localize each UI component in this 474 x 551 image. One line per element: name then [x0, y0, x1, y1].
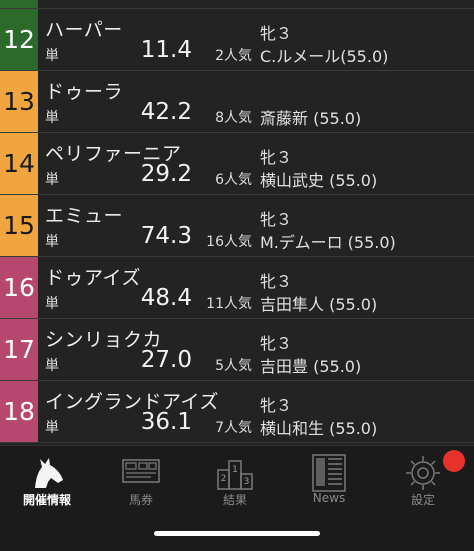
win-odds: 36.1: [140, 409, 192, 435]
win-label: 単: [45, 296, 59, 312]
tab-label: 開催情報: [22, 493, 71, 507]
horse-row[interactable]: 14 ペリファーニア単 29.2 6人気 牝３ 横山武史 (55.0): [0, 133, 474, 195]
horse-name: ハーパー: [45, 19, 123, 41]
popularity-rank: 16人気: [206, 234, 252, 250]
win-label: 単: [45, 172, 59, 188]
jockey-weight: 横山和生 (55.0): [260, 419, 378, 438]
sex-age: 牝３: [260, 24, 293, 43]
sex-age: 牝３: [260, 396, 293, 415]
jockey-weight: 吉田隼人 (55.0): [260, 295, 378, 314]
horse-name: ドゥアイズ: [45, 267, 141, 289]
popularity-rank: 2人気: [215, 48, 252, 64]
win-label: 単: [45, 48, 59, 64]
jockey-weight: 斎藤新 (55.0): [260, 109, 362, 128]
notification-badge: [443, 450, 465, 472]
win-label: 単: [45, 420, 59, 436]
jockey-weight: M.デムーロ (55.0): [260, 233, 396, 252]
win-label: 単: [45, 110, 59, 126]
horse-number-badge: 14: [0, 133, 38, 194]
jockey-weight: 吉田豊 (55.0): [260, 357, 362, 376]
horse-name: エミュー: [45, 205, 124, 227]
tab-label: 結果: [222, 493, 247, 507]
win-odds: 42.2: [140, 99, 192, 125]
sex-age: 牝３: [260, 334, 293, 353]
horse-number-badge: 18: [0, 381, 38, 442]
win-odds: 48.4: [140, 285, 192, 311]
popularity-rank: 8人気: [215, 110, 252, 126]
horse-name: ドゥーラ: [45, 81, 124, 103]
horse-row[interactable]: 16 ドゥアイズ単 48.4 11人気 牝３ 吉田隼人 (55.0): [0, 257, 474, 319]
gear-icon: [406, 456, 440, 490]
tab-label: News: [312, 491, 346, 505]
popularity-rank: 11人気: [206, 296, 252, 312]
horse-number-badge: 13: [0, 71, 38, 132]
sex-age: 牝３: [260, 148, 293, 167]
jockey-weight: C.ルメール(55.0): [260, 47, 389, 66]
tab-kaisai-info[interactable]: 開催情報: [0, 446, 94, 516]
horse-name: イングランドアイズ: [45, 391, 219, 413]
jockey-weight: 横山武史 (55.0): [260, 171, 378, 190]
win-odds: 29.2: [140, 161, 192, 187]
svg-text:2: 2: [221, 474, 227, 484]
previous-row-peek: [0, 0, 474, 9]
home-indicator[interactable]: [154, 531, 320, 536]
sex-age: 牝３: [260, 272, 293, 291]
tab-kekka[interactable]: 1 2 3 結果: [188, 446, 282, 516]
ticket-icon: [122, 459, 160, 483]
horse-head-icon: [35, 458, 63, 488]
tab-label: 設定: [410, 493, 435, 507]
popularity-rank: 6人気: [215, 172, 252, 188]
horse-number-badge: 15: [0, 195, 38, 256]
horse-number-badge: 17: [0, 319, 38, 380]
horse-row[interactable]: 13 ドゥーラ単 42.2 8人気 斎藤新 (55.0): [0, 71, 474, 133]
popularity-rank: 5人気: [215, 358, 252, 374]
tab-label: 馬券: [128, 493, 153, 507]
podium-icon: 1 2 3: [217, 460, 253, 490]
horse-list: 12 ハーパー単 11.4 2人気 牝３ C.ルメール(55.0) 13 ドゥーラ単 42.2 8…: [0, 0, 474, 445]
win-label: 単: [45, 234, 59, 250]
svg-text:3: 3: [244, 477, 250, 487]
horse-row[interactable]: 18 イングランドアイズ単 36.1 7人気 牝３ 横山和生 (55.0): [0, 381, 474, 443]
horse-row[interactable]: 17 シンリョクカ単 27.0 5人気 牝３ 吉田豊 (55.0): [0, 319, 474, 381]
horse-number-badge: 16: [0, 257, 38, 318]
win-label: 単: [45, 358, 59, 374]
svg-text:1: 1: [232, 465, 238, 475]
popularity-rank: 7人気: [215, 420, 252, 436]
tab-baken[interactable]: 馬券: [94, 446, 188, 516]
win-odds: 11.4: [140, 37, 192, 63]
newspaper-icon: [312, 454, 346, 492]
horse-row[interactable]: 15 エミュー単 74.3 16人気 牝３ M.デムーロ (55.0): [0, 195, 474, 257]
horse-number-badge: 12: [0, 9, 38, 70]
win-odds: 27.0: [140, 347, 192, 373]
win-odds: 74.3: [140, 223, 192, 249]
sex-age: 牝３: [260, 210, 293, 229]
tab-news[interactable]: News: [282, 446, 376, 516]
horse-row[interactable]: 12 ハーパー単 11.4 2人気 牝３ C.ルメール(55.0): [0, 9, 474, 71]
